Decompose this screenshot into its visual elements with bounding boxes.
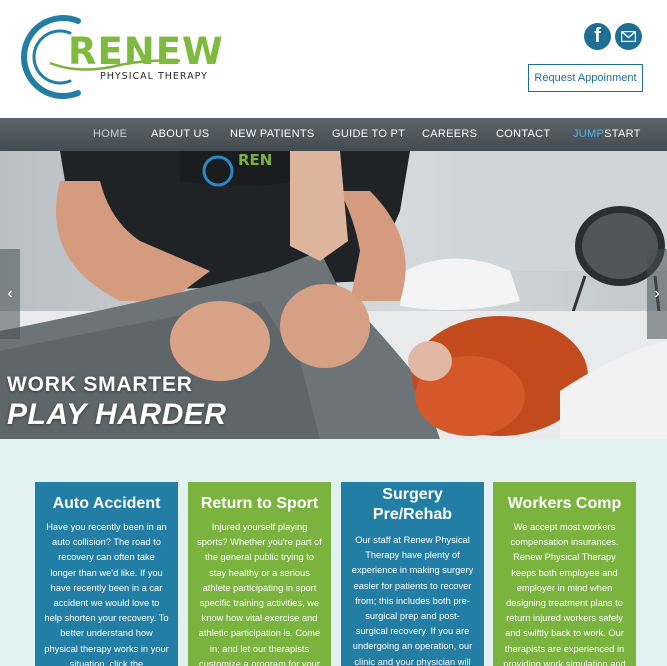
service-card-title: Workers Comp <box>507 495 622 512</box>
service-card-surgery-rehab[interactable]: Surgery Pre/Rehab Our staff at Renew Phy… <box>341 482 484 666</box>
main-nav: HOME ABOUT US NEW PATIENTS GUIDE TO PT C… <box>0 118 667 151</box>
hero-headline: WORK SMARTER <box>7 373 193 396</box>
service-card-workers-comp[interactable]: Workers Comp We accept most workers comp… <box>493 482 636 666</box>
request-appointment-button[interactable]: Request Appoinment <box>528 64 643 92</box>
service-card-title: Auto Accident <box>52 495 161 512</box>
svg-text:REN: REN <box>238 151 272 169</box>
slider-next-button[interactable]: › <box>647 249 667 339</box>
service-card-body: Have you recently been in an auto collis… <box>44 522 169 666</box>
nav-careers[interactable]: CAREERS <box>422 118 477 151</box>
service-card-title: Return to Sport <box>200 495 319 512</box>
jumpstart-accent: JUMP <box>573 128 605 140</box>
mail-icon[interactable] <box>615 23 642 50</box>
service-card-auto-accident[interactable]: Auto Accident Have you recently been in … <box>35 482 178 666</box>
renew-logo[interactable]: RENEW PHYSICAL THERAPY <box>20 13 223 101</box>
hero-slider: REN ‹ › WORK SMARTER PLAY HARDER <box>0 151 667 439</box>
nav-jumpstart[interactable]: JUMPSTART <box>573 118 641 151</box>
nav-home[interactable]: HOME <box>93 118 127 151</box>
logo-tagline: PHYSICAL THERAPY <box>100 71 208 82</box>
service-card-body: Our staff at Renew Physical Therapy have… <box>351 535 474 666</box>
service-card-title: Surgery Pre/Rehab <box>372 486 453 523</box>
nav-guide-to-pt[interactable]: GUIDE TO PT <box>332 118 405 151</box>
facebook-icon[interactable]: f <box>584 23 611 50</box>
logo-wordmark: RENEW <box>68 30 224 73</box>
jumpstart-rest: START <box>604 128 641 140</box>
services-section: Auto Accident Have you recently been in … <box>0 439 667 666</box>
nav-about-us[interactable]: ABOUT US <box>151 118 209 151</box>
slider-prev-button[interactable]: ‹ <box>0 249 20 339</box>
hero-subheadline: PLAY HARDER <box>7 398 227 431</box>
nav-new-patients[interactable]: NEW PATIENTS <box>230 118 314 151</box>
service-card-return-to-sport[interactable]: Return to Sport Injured yourself playing… <box>188 482 331 666</box>
site-header: RENEW PHYSICAL THERAPY f Request Appoinm… <box>0 0 667 118</box>
service-card-body: We accept most workers compensation insu… <box>503 522 626 666</box>
service-card-body: Injured yourself playing sports? Whether… <box>197 522 322 666</box>
nav-contact[interactable]: CONTACT <box>496 118 550 151</box>
